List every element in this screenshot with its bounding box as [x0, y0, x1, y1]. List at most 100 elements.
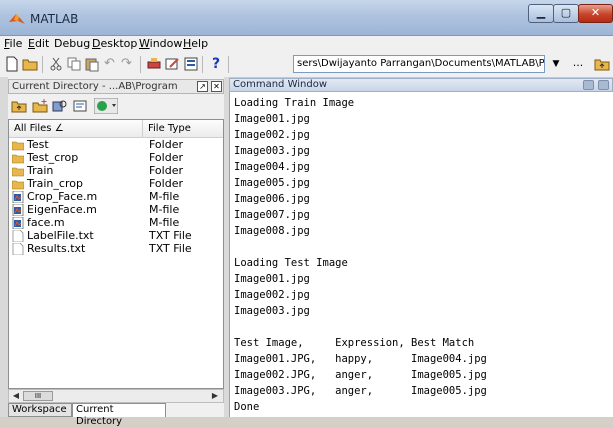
menu-window[interactable]: Window [139, 37, 182, 50]
command-output-line: Image001.jpg [234, 113, 310, 125]
m-file-icon [12, 190, 24, 204]
open-folder-icon[interactable] [22, 56, 38, 72]
tab-current-directory[interactable]: Current Directory [72, 403, 166, 427]
command-output-line: Done [234, 401, 260, 413]
tab-workspace[interactable]: Workspace [8, 403, 72, 417]
file-name: Test [27, 138, 49, 151]
menu-bar: File Edit Debug Desktop Window Help [0, 36, 613, 53]
left-edge [0, 77, 8, 417]
simulink-icon[interactable] [146, 56, 162, 72]
column-divider[interactable] [142, 120, 143, 137]
undock-button[interactable]: ↗ [197, 81, 208, 92]
browse-button[interactable]: ... [570, 55, 586, 73]
find-files-icon[interactable] [52, 98, 68, 114]
paste-icon[interactable] [84, 56, 100, 72]
guide-icon[interactable] [164, 56, 180, 72]
column-header-name[interactable]: All Files ∠ [14, 123, 64, 134]
folder-icon [11, 152, 25, 164]
folder-icon [11, 165, 25, 177]
column-header-type[interactable]: File Type [148, 123, 191, 134]
scroll-thumb[interactable]: III [23, 391, 53, 401]
text-file-icon [12, 242, 24, 256]
maximize-button[interactable]: ▢ [553, 4, 579, 23]
file-name: Train_crop [27, 177, 83, 190]
current-directory-panel: Current Directory - ...AB\Program ↗ ✕ Al… [8, 77, 224, 427]
menu-debug[interactable]: Debug [54, 37, 90, 50]
command-output-line: Image003.JPG, anger, Image005.jpg [234, 385, 487, 397]
command-window-title: Command Window [233, 79, 328, 90]
command-output-line: Image007.jpg [234, 209, 310, 221]
menu-help[interactable]: Help [183, 37, 208, 50]
command-output-line: Image002.JPG, anger, Image005.jpg [234, 369, 487, 381]
menu-file[interactable]: File [4, 37, 22, 50]
horizontal-scrollbar[interactable]: ◀ III ▶ [8, 389, 224, 403]
file-name: Test_crop [27, 151, 79, 164]
file-name: EigenFace.m [27, 203, 97, 216]
parent-folder-icon[interactable] [594, 56, 610, 72]
path-dropdown-button[interactable]: ▼ [548, 55, 564, 73]
command-output-line: Image002.jpg [234, 289, 310, 301]
close-button[interactable]: ✕ [578, 4, 613, 23]
file-type: M-file [149, 203, 180, 216]
file-name: Results.txt [27, 242, 86, 255]
matlab-logo-icon [9, 14, 25, 24]
command-output-line: Image006.jpg [234, 193, 310, 205]
up-folder-icon[interactable] [11, 98, 27, 114]
undock-command-window-button[interactable] [583, 80, 594, 90]
toolbar: ↶ ↷ ? sers\Dwijayanto Parrangan\Document… [0, 52, 613, 78]
command-output-line: Loading Test Image [234, 257, 348, 269]
folder-icon [11, 178, 25, 190]
file-type: Folder [149, 177, 183, 190]
file-row[interactable]: Results.txt TXT File [9, 243, 223, 256]
toolbar-separator [202, 56, 203, 73]
new-file-icon[interactable] [4, 56, 20, 72]
undo-icon[interactable]: ↶ [104, 56, 120, 72]
file-name: face.m [27, 216, 65, 229]
minimize-button[interactable]: ▁ [528, 4, 554, 23]
file-type: Folder [149, 138, 183, 151]
m-file-icon [12, 203, 24, 217]
text-file-icon [12, 229, 24, 243]
cut-icon[interactable] [48, 56, 64, 72]
new-folder-icon[interactable] [32, 98, 48, 114]
command-output-line: Image001.jpg [234, 273, 310, 285]
command-window-header: Command Window [229, 78, 613, 92]
close-panel-button[interactable]: ✕ [211, 81, 222, 92]
file-type: TXT File [149, 242, 192, 255]
toolbar-separator [228, 56, 229, 73]
file-list: All Files ∠ File Type Test Folder Test_cro… [8, 119, 224, 389]
command-output-line: Loading Train Image [234, 97, 355, 109]
folder-icon [11, 139, 25, 151]
command-window[interactable]: Loading Train Image Image001.jpg Image002.… [229, 92, 613, 417]
run-report-icon[interactable] [94, 98, 118, 114]
current-directory-toolbar [8, 96, 224, 118]
file-type: M-file [149, 216, 180, 229]
command-output-line: Image008.jpg [234, 225, 310, 237]
close-command-window-button[interactable] [598, 80, 609, 90]
m-file-icon [12, 216, 24, 230]
file-type: M-file [149, 190, 180, 203]
scroll-right-icon[interactable]: ▶ [209, 391, 221, 401]
file-name: LabelFile.txt [27, 229, 94, 242]
redo-icon[interactable]: ↷ [121, 56, 137, 72]
command-output-line: Image005.jpg [234, 177, 310, 189]
command-output-line: Test Image, Expression, Best Match [234, 337, 475, 349]
command-output-line: Image003.jpg [234, 145, 310, 157]
file-type: Folder [149, 151, 183, 164]
scroll-left-icon[interactable]: ◀ [10, 391, 22, 401]
current-directory-input[interactable]: sers\Dwijayanto Parrangan\Documents\MATL… [293, 55, 545, 73]
reports-icon[interactable] [72, 98, 88, 114]
toolbar-separator [140, 56, 141, 73]
command-output-line: Image002.jpg [234, 129, 310, 141]
menu-desktop[interactable]: Desktop [92, 37, 137, 50]
command-output-line: Image003.jpg [234, 305, 310, 317]
window-title: MATLAB [30, 12, 79, 26]
help-icon[interactable]: ? [208, 56, 224, 72]
profiler-icon[interactable] [183, 56, 199, 72]
file-list-header: All Files ∠ File Type [9, 120, 223, 138]
file-name: Crop_Face.m [27, 190, 98, 203]
command-output-line: Image001.JPG, happy, Image004.jpg [234, 353, 487, 365]
menu-edit[interactable]: Edit [28, 37, 49, 50]
copy-icon[interactable] [66, 56, 82, 72]
title-bar: MATLAB ▁ ▢ ✕ [0, 0, 613, 36]
